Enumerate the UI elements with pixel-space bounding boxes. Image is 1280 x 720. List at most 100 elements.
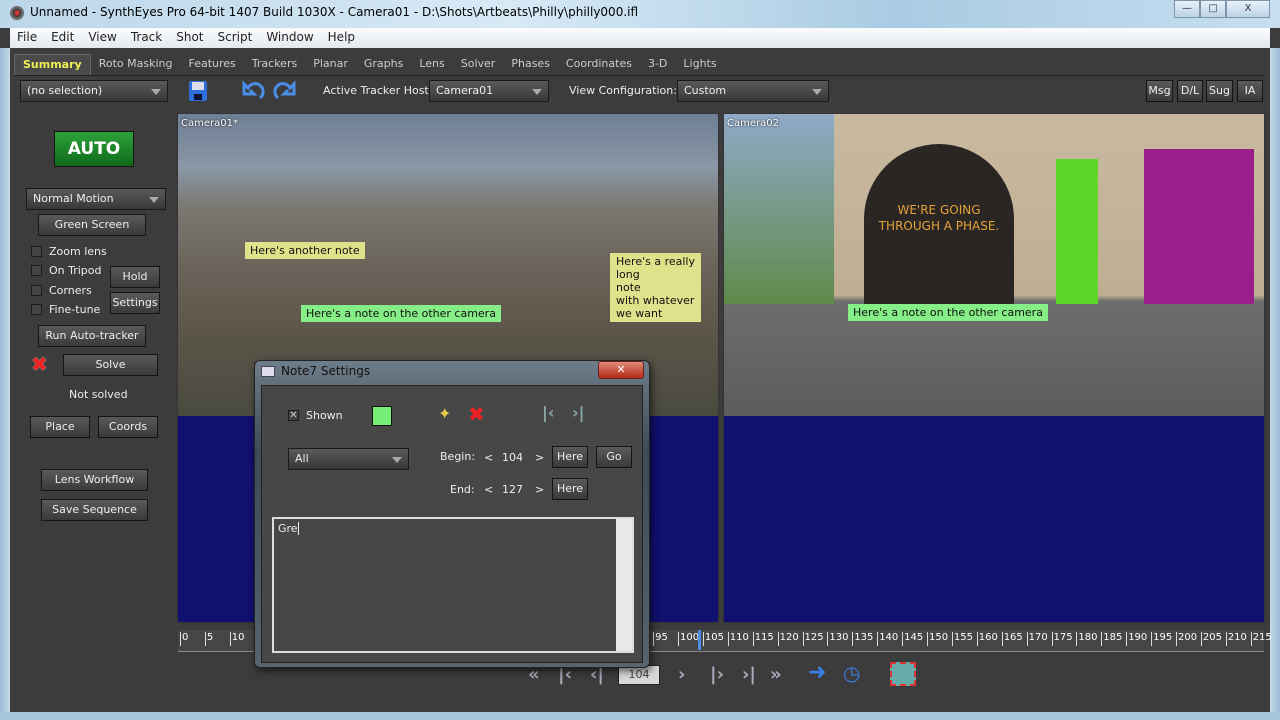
- note[interactable]: Here's a note on the other camera: [848, 304, 1048, 321]
- camera02-label: Camera02: [727, 118, 779, 129]
- timeline-tick-label: 165: [1001, 632, 1023, 646]
- go-button[interactable]: Go: [596, 446, 632, 468]
- fit-view-icon[interactable]: [890, 662, 916, 686]
- tab-solver[interactable]: Solver: [453, 54, 504, 76]
- frame-number-field[interactable]: 104: [618, 665, 660, 685]
- magic-wand-icon[interactable]: ✦: [438, 404, 451, 423]
- undo-icon[interactable]: [240, 80, 266, 102]
- menu-help[interactable]: Help: [321, 28, 362, 48]
- tab-trackers[interactable]: Trackers: [244, 54, 305, 76]
- motion-dropdown[interactable]: Normal Motion: [26, 188, 166, 210]
- timeline-tick-label: 0: [180, 632, 188, 646]
- menu-edit[interactable]: Edit: [44, 28, 81, 48]
- note-color-swatch[interactable]: [372, 406, 392, 426]
- hold-button[interactable]: Hold: [110, 266, 160, 288]
- menu-bar: File Edit View Track Shot Script Window Help: [10, 28, 1270, 48]
- menu-track[interactable]: Track: [124, 28, 169, 48]
- tab-roto-masking[interactable]: Roto Masking: [91, 54, 181, 76]
- tab-3-d[interactable]: 3-D: [640, 54, 675, 76]
- solve-button[interactable]: Solve: [63, 354, 158, 376]
- camera02-viewport[interactable]: WE'RE GOING THROUGH A PHASE. Camera02 He…: [723, 113, 1265, 623]
- current-frame-marker[interactable]: [698, 630, 702, 650]
- minimize-button[interactable]: —: [1174, 0, 1200, 18]
- fine-tune-checkbox[interactable]: [31, 304, 42, 315]
- dialog-close-button[interactable]: ✕: [598, 361, 644, 379]
- note-text-area[interactable]: Gre: [272, 517, 634, 653]
- menu-view[interactable]: View: [81, 28, 123, 48]
- next-key-icon[interactable]: |›: [710, 664, 724, 685]
- play-icon[interactable]: ›: [678, 664, 685, 685]
- run-auto-tracker-button[interactable]: Run Auto-tracker: [38, 325, 146, 347]
- dialog-title: Note7 Settings: [281, 364, 371, 378]
- zoom-lens-label: Zoom lens: [49, 245, 107, 258]
- tab-phases[interactable]: Phases: [503, 54, 558, 76]
- zoom-lens-checkbox[interactable]: [31, 246, 42, 257]
- close-button[interactable]: X: [1226, 0, 1270, 18]
- end-increment[interactable]: >: [535, 483, 544, 496]
- on-tripod-label: On Tripod: [49, 264, 102, 277]
- clock-icon[interactable]: ◷: [843, 661, 860, 685]
- selection-dropdown[interactable]: (no selection): [20, 80, 168, 102]
- timeline-tick-label: 190: [1126, 632, 1147, 646]
- last-frame-icon[interactable]: ›|: [742, 664, 756, 685]
- arrow-right-icon[interactable]: ➜: [808, 660, 826, 685]
- not-solved-x-icon: ✖: [31, 352, 48, 376]
- end-label: End:: [450, 483, 475, 496]
- goto-begin-icon[interactable]: |‹: [542, 403, 554, 422]
- menu-shot[interactable]: Shot: [169, 28, 210, 48]
- camera-filter-dropdown[interactable]: All: [288, 448, 409, 470]
- tab-lens[interactable]: Lens: [411, 54, 452, 76]
- view-config-value: Custom: [684, 84, 727, 97]
- goto-end-icon[interactable]: ›|: [572, 403, 584, 422]
- fast-forward-icon[interactable]: »: [770, 664, 782, 685]
- dialog-icon: [261, 366, 275, 377]
- auto-button[interactable]: AUTO: [54, 131, 134, 167]
- on-tripod-checkbox[interactable]: [31, 265, 42, 276]
- begin-value[interactable]: 104: [502, 451, 523, 464]
- coords-button[interactable]: Coords: [98, 416, 158, 438]
- delete-note-icon[interactable]: ✖: [468, 402, 485, 426]
- note-scrollbar[interactable]: [616, 519, 632, 651]
- begin-decrement[interactable]: <: [484, 451, 493, 464]
- end-decrement[interactable]: <: [484, 483, 493, 496]
- timeline-tick-label: 200: [1176, 632, 1197, 646]
- sug-button[interactable]: Sug: [1206, 80, 1233, 102]
- note[interactable]: Here's a really long note with whatever …: [610, 253, 701, 322]
- tab-graphs[interactable]: Graphs: [356, 54, 411, 76]
- menu-script[interactable]: Script: [211, 28, 260, 48]
- dl-button[interactable]: D/L: [1177, 80, 1203, 102]
- tab-coordinates[interactable]: Coordinates: [558, 54, 640, 76]
- maximize-button[interactable]: □: [1200, 0, 1226, 18]
- msg-button[interactable]: Msg: [1146, 80, 1173, 102]
- save-sequence-button[interactable]: Save Sequence: [41, 499, 148, 521]
- place-button[interactable]: Place: [30, 416, 90, 438]
- end-value[interactable]: 127: [502, 483, 523, 496]
- end-here-button[interactable]: Here: [552, 478, 588, 500]
- menu-window[interactable]: Window: [259, 28, 320, 48]
- green-screen-button[interactable]: Green Screen: [38, 214, 146, 236]
- save-icon[interactable]: [188, 80, 208, 102]
- note[interactable]: Here's a note on the other camera: [301, 305, 501, 322]
- begin-here-button[interactable]: Here: [552, 446, 588, 468]
- tab-features[interactable]: Features: [180, 54, 243, 76]
- active-tracker-host-dropdown[interactable]: Camera01: [429, 80, 549, 102]
- tab-lights[interactable]: Lights: [675, 54, 724, 76]
- lens-workflow-button[interactable]: Lens Workflow: [41, 469, 148, 491]
- corners-checkbox[interactable]: [31, 285, 42, 296]
- shown-checkbox[interactable]: ✕: [288, 410, 299, 421]
- settings-button[interactable]: Settings: [110, 292, 160, 314]
- begin-increment[interactable]: >: [535, 451, 544, 464]
- shown-label: Shown: [306, 409, 343, 422]
- room-tabs: Summary Roto Masking Features Trackers Plana…: [14, 54, 725, 76]
- view-config-dropdown[interactable]: Custom: [677, 80, 829, 102]
- tab-planar[interactable]: Planar: [305, 54, 356, 76]
- timeline-tick-label: 100: [678, 632, 699, 646]
- note[interactable]: Here's another note: [245, 242, 365, 259]
- tab-summary[interactable]: Summary: [14, 54, 91, 76]
- redo-icon[interactable]: [272, 80, 298, 102]
- menu-file[interactable]: File: [10, 28, 44, 48]
- camera02-image: WE'RE GOING THROUGH A PHASE.: [724, 114, 1264, 416]
- ia-button[interactable]: IA: [1237, 80, 1263, 102]
- note-settings-dialog: Note7 Settings ✕ ✕ Shown ✦ ✖ |‹ ›| All B…: [254, 360, 650, 668]
- timeline-tick-label: 130: [827, 632, 848, 646]
